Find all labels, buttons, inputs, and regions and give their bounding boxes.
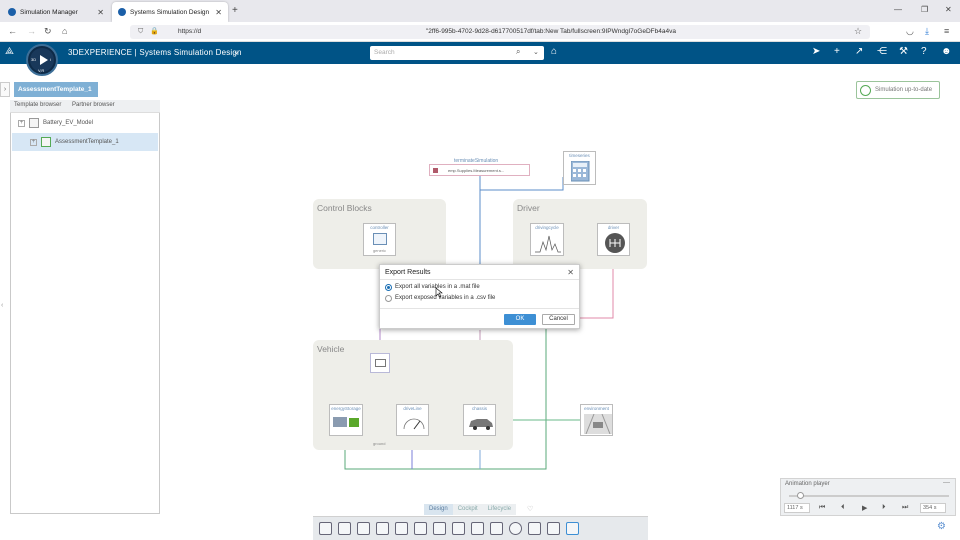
play-icon[interactable] (509, 522, 522, 535)
play-icon[interactable]: ▶ (862, 504, 867, 512)
datalogger-block[interactable]: timeseries (563, 151, 596, 185)
terminate-simulation-block[interactable]: terminateSimulation emp.Supplies.Measure… (429, 158, 530, 176)
ground-label: ground (373, 441, 386, 446)
radio-label[interactable]: Export exposed variables in a .csv file (395, 295, 495, 301)
end-time-field[interactable]: 354 s (920, 503, 946, 513)
charge-icon (349, 418, 359, 427)
block-label: controller (370, 225, 389, 230)
network-icon[interactable] (452, 522, 465, 535)
player-title: Animation player (785, 481, 830, 487)
assistant-icon[interactable]: ⚙ (937, 521, 946, 532)
radio-export-exposed-csv[interactable] (385, 295, 392, 302)
export-icon[interactable] (319, 522, 332, 535)
compass-label: V,R (38, 68, 45, 73)
battery-icon (375, 359, 386, 367)
chassis-block[interactable]: chassis (463, 404, 496, 436)
controller-block[interactable]: controller generic (363, 223, 396, 256)
environment-block[interactable]: environment (580, 404, 613, 436)
gearshift-icon (605, 233, 625, 253)
block-label: timeseries (569, 153, 590, 158)
group-title: Control Blocks (317, 203, 372, 213)
step-forward-icon[interactable]: ⏵ (882, 504, 886, 512)
animation-player: Animation player — 1117 s ⏮ ⏴ ▶ ⏵ ⏭ 354 … (780, 478, 956, 516)
step-back-icon[interactable]: ⏴ (841, 504, 845, 512)
block-label: chassis (471, 406, 487, 411)
svg-text:i: i (50, 57, 51, 62)
drive-line-block[interactable]: driveLine (396, 404, 429, 436)
list-icon[interactable] (357, 522, 370, 535)
dialog-divider (380, 279, 579, 280)
block-label: driveLine (403, 406, 422, 411)
dialog-divider (380, 308, 579, 309)
cancel-button[interactable]: Cancel (542, 314, 575, 325)
svg-text:3D: 3D (31, 57, 36, 62)
mouse-cursor-icon (435, 287, 443, 298)
radio-export-all-mat[interactable] (385, 284, 392, 291)
document-icon[interactable] (395, 522, 408, 535)
block-text: emp.Supplies.Measurement.s... (448, 168, 505, 173)
save-icon[interactable] (338, 522, 351, 535)
ok-button[interactable]: OK (504, 314, 536, 325)
block-label: environment (584, 406, 609, 411)
minimize-icon[interactable]: — (943, 479, 950, 486)
battery-icon (333, 417, 347, 427)
close-icon[interactable]: ✕ (567, 268, 574, 277)
skip-end-icon[interactable]: ⏭ (902, 504, 908, 512)
favorite-heart-icon[interactable]: ♡ (527, 505, 533, 513)
view-tabs: Design Cockpit Lifecycle (424, 504, 517, 515)
block-label: drivingcycle (535, 225, 559, 230)
cube-icon[interactable] (433, 522, 446, 535)
connect-icon[interactable] (490, 522, 503, 535)
tab-cockpit[interactable]: Cockpit (453, 504, 483, 515)
gauge-icon (403, 418, 425, 430)
slider-handle[interactable] (797, 492, 805, 499)
group-title: Driver (517, 203, 540, 213)
block-sublabel: generic (372, 248, 387, 253)
settings-icon[interactable] (528, 522, 541, 535)
road-icon (584, 414, 612, 434)
battery-pack-block[interactable] (370, 353, 390, 373)
table-icon[interactable] (376, 522, 389, 535)
stop-icon (433, 168, 438, 173)
drive-cycle-block[interactable]: drivingcycle (530, 223, 564, 256)
controller-icon (373, 233, 387, 245)
skip-start-icon[interactable]: ⏮ (819, 504, 825, 512)
waveform-icon (535, 235, 561, 253)
block-label: driver (607, 225, 620, 230)
car-icon (469, 419, 493, 430)
timeline-slider[interactable] (789, 495, 949, 497)
driver-block[interactable]: driver (597, 223, 630, 256)
tab-design[interactable]: Design (424, 504, 453, 515)
energy-storage-block[interactable]: energyStorage (329, 404, 363, 436)
dialog-title: Export Results (385, 269, 431, 276)
export-results-dialog: Export Results ✕ Export all variables in… (379, 264, 580, 329)
block-label: energyStorage (331, 406, 361, 411)
block-label: terminateSimulation (454, 158, 499, 164)
chart-icon[interactable] (547, 522, 560, 535)
pointer-icon[interactable] (471, 522, 484, 535)
group-title: Vehicle (317, 344, 345, 354)
tab-lifecycle[interactable]: Lifecycle (483, 504, 516, 515)
compass-widget[interactable]: 3D i V,R (26, 44, 58, 76)
search-icon[interactable] (414, 522, 427, 535)
start-time-field[interactable]: 1117 s (784, 503, 810, 513)
run-results-icon[interactable] (566, 522, 579, 535)
action-toolbar (313, 516, 648, 540)
calculator-icon (571, 161, 590, 182)
